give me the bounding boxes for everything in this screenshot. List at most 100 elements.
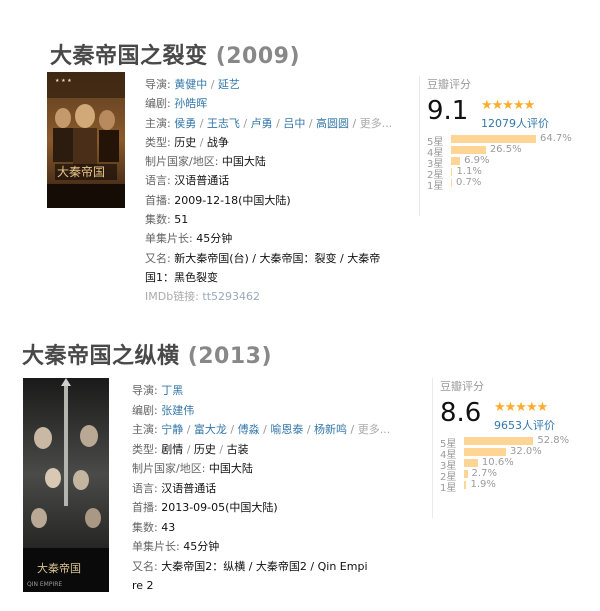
movie-poster[interactable]: 大秦帝国 QIN EMPIRE [23, 378, 109, 592]
info-episodes-row: 集数: 43 [132, 518, 387, 538]
movie-poster[interactable]: 大秦帝国 ★ ★ ★ [47, 72, 125, 208]
rating-dist-percent: 6.9% [464, 155, 490, 166]
info-episodes-row: 集数: 51 [145, 210, 390, 229]
genre-label: 类型: [145, 135, 171, 149]
director-link[interactable]: 丁黑 [161, 384, 183, 397]
cast-link[interactable]: 吕中 [283, 117, 305, 130]
aka-label: 又名: [132, 559, 158, 573]
rating-dist-percent: 64.7% [540, 133, 572, 144]
info-country-row: 制片国家/地区: 中国大陆 [145, 152, 390, 171]
rating-score: 8.6 [440, 398, 482, 428]
cast-link[interactable]: 富大龙 [194, 423, 227, 436]
release-label: 首播: [132, 501, 158, 514]
director-link[interactable]: 延艺 [218, 78, 240, 91]
rating-dist-bar [464, 470, 468, 478]
movie-title-text: 大秦帝国之裂变 [50, 44, 208, 69]
info-release-row: 首播: 2009-12-18(中国大陆) [145, 191, 390, 210]
language-label: 语言: [132, 481, 158, 495]
rating-dist-label: 1星 [440, 483, 457, 494]
aka-value-cont: 国1：黑色裂变 [145, 270, 218, 284]
info-director-row: 导演: 丁黑 [132, 381, 387, 401]
cast-link[interactable]: 卢勇 [251, 117, 273, 130]
writer-link[interactable]: 孙皓晖 [174, 97, 207, 110]
rating-distribution: 5星 64.7% 4星 26.5% 3星 6.9% 2星 1.1% 1星 0.7% [427, 133, 577, 192]
movie-title[interactable]: 大秦帝国之纵横 (2013) [22, 338, 272, 370]
rating-dist-percent: 32.0% [510, 446, 542, 457]
genre-value: 战争 [206, 135, 229, 149]
writer-label: 编剧: [132, 403, 158, 417]
runtime-label: 单集片长: [145, 232, 193, 246]
more-cast-link[interactable]: 更多... [358, 423, 391, 436]
poster-logo-text: 大秦帝国 [57, 164, 105, 179]
movie-year: (2009) [215, 44, 301, 69]
info-writer-row: 编剧: 张建伟 [132, 401, 387, 421]
rating-dist-bar [464, 448, 507, 456]
rating-votes-link[interactable]: 12079人评价 [481, 115, 549, 131]
genre-value: 历史 [193, 442, 216, 456]
cast-link[interactable]: 侯勇 [174, 117, 196, 130]
info-language-row: 语言: 汉语普通话 [132, 479, 387, 499]
info-writer-row: 编剧: 孙皓晖 [145, 94, 390, 113]
info-aka-row: 又名: 大秦帝国2：纵横 / 大秦帝国2 / Qin Empi [132, 557, 387, 577]
rating-votes-link[interactable]: 9653人评价 [494, 417, 555, 433]
cast-link[interactable]: 王志飞 [207, 117, 240, 130]
cast-link[interactable]: 喻恩泰 [270, 423, 303, 436]
genre-value: 剧情 [161, 442, 184, 456]
info-runtime-row: 单集片长: 45分钟 [132, 537, 387, 557]
movie-title-text: 大秦帝国之纵横 [22, 344, 180, 369]
rating-dist-bar [451, 157, 461, 165]
cast-link[interactable]: 傅淼 [238, 423, 260, 436]
rating-score: 9.1 [427, 96, 469, 126]
rating-dist-bar [451, 179, 452, 187]
language-value: 汉语普通话 [174, 174, 230, 188]
rating-dist-bar [464, 481, 467, 489]
rating-stars-icon: ★★★★★ [494, 400, 548, 415]
movie-entry-1: 大秦帝国之裂变 (2009) 大秦帝国 ★ ★ ★ 导演: 黄健中 / 延艺 编… [0, 0, 600, 303]
more-cast-link[interactable]: 更多... [360, 117, 393, 130]
movie-title[interactable]: 大秦帝国之裂变 (2009) [50, 38, 300, 70]
info-aka-row-cont: 国1：黑色裂变 [145, 268, 390, 287]
country-label: 制片国家/地区: [132, 462, 206, 475]
country-value: 中国大陆 [208, 462, 253, 475]
rating-dist-percent: 1.9% [470, 479, 496, 490]
info-aka-row: 又名: 新大秦帝国(台) / 大秦帝国：裂变 / 大秦帝 [145, 249, 390, 268]
info-release-row: 首播: 2013-09-05(中国大陆) [132, 498, 387, 518]
rating-dist-percent: 0.7% [456, 177, 482, 188]
writer-link[interactable]: 张建伟 [161, 404, 194, 417]
director-link[interactable]: 黄健中 [174, 78, 207, 91]
info-runtime-row: 单集片长: 45分钟 [145, 229, 390, 248]
cast-link[interactable]: 杨新鸣 [314, 423, 347, 436]
country-label: 制片国家/地区: [145, 155, 219, 169]
cast-link[interactable]: 高圆圆 [316, 117, 349, 130]
info-aka-row-cont: re 2 [132, 576, 387, 596]
director-label: 导演: [132, 384, 158, 397]
movie-entry-2: 大秦帝国之纵横 (2013) 大秦帝国 QIN EMPIRE 导演: 丁黑 编剧… [0, 300, 600, 611]
rating-dist-bar [451, 168, 453, 176]
rating-dist-row: 1星 0.7% [427, 177, 577, 192]
release-label: 首播: [145, 193, 171, 207]
movie-info: 导演: 黄健中 / 延艺 编剧: 孙皓晖 主演: 侯勇 / 王志飞 / 卢勇 /… [145, 75, 393, 307]
movie-info: 导演: 丁黑 编剧: 张建伟 主演: 宁静 / 富大龙 / 傅淼 / 喻恩泰 /… [132, 381, 390, 596]
aka-value: 大秦帝国2：纵横 / 大秦帝国2 / Qin Empi [161, 559, 368, 573]
rating-dist-percent: 52.8% [537, 435, 570, 446]
rating-dist-percent: 10.6% [481, 457, 514, 468]
country-value: 中国大陆 [221, 155, 266, 169]
info-director-row: 导演: 黄健中 / 延艺 [145, 78, 240, 91]
genre-label: 类型: [132, 442, 158, 456]
episodes-label: 集数: [132, 520, 158, 534]
info-cast-row: 主演: 侯勇 / 王志飞 / 卢勇 / 吕中 / 高圆圆 / 更多... [145, 116, 393, 130]
runtime-value: 45分钟 [183, 540, 220, 553]
rating-stars-icon: ★★★★★ [481, 98, 535, 113]
cast-link[interactable]: 宁静 [161, 423, 183, 436]
episodes-label: 集数: [145, 213, 171, 227]
language-label: 语言: [145, 174, 171, 188]
poster-logo-text: 大秦帝国 [37, 561, 81, 575]
info-language-row: 语言: 汉语普通话 [145, 171, 390, 190]
episodes-value: 43 [161, 520, 176, 534]
aka-label: 又名: [145, 251, 171, 265]
info-genre-row: 类型: 历史 / 战争 [145, 135, 229, 149]
release-value: 2009-12-18(中国大陆) [174, 193, 291, 207]
info-genre-row: 类型: 剧情 / 历史 / 古装 [132, 442, 249, 456]
rating-main: 8.6 ★★★★★ 9653人评价 [440, 398, 590, 432]
rating-dist-label: 1星 [427, 181, 444, 192]
